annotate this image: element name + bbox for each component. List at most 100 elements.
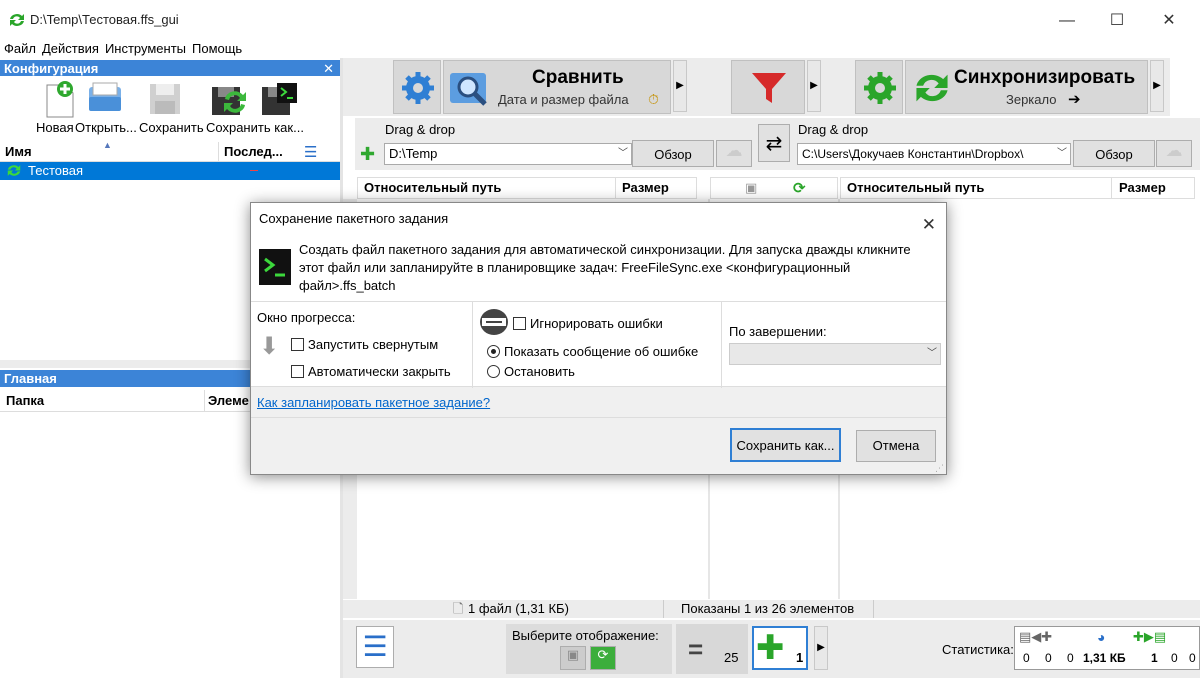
close-window-button[interactable]: ✕ bbox=[1144, 8, 1194, 34]
config-panel-header: Конфигурация ✕ bbox=[0, 60, 340, 77]
compare-settings-button[interactable] bbox=[393, 60, 441, 114]
config-list-header: Имя ▲ Послед... ☰ bbox=[0, 140, 340, 162]
right-col-size[interactable]: Размер bbox=[1119, 180, 1166, 195]
menu-help[interactable]: Помощь bbox=[188, 40, 244, 58]
left-col-rel-path[interactable]: Относительный путь bbox=[364, 180, 501, 195]
right-browse-button[interactable]: Обзор bbox=[1073, 140, 1155, 167]
left-grid-header: Относительный путь Размер bbox=[357, 177, 697, 199]
config-row-selected[interactable]: Тестовая bbox=[0, 162, 340, 180]
menu-actions[interactable]: Действия bbox=[38, 40, 101, 58]
menu-bar: Файл Действия Инструменты Помощь bbox=[0, 40, 1200, 58]
config-view-button[interactable]: ☰ bbox=[356, 626, 394, 668]
cancel-button[interactable]: Отмена bbox=[856, 430, 936, 462]
sync-action-icon[interactable]: ⟳ bbox=[793, 179, 806, 197]
progress-window-label: Окно прогресса: bbox=[257, 310, 356, 325]
schedule-batch-link[interactable]: Как запланировать пакетное задание? bbox=[257, 395, 490, 410]
stat-0: 0 bbox=[1023, 651, 1030, 665]
filter-options-arrow[interactable]: ▶ bbox=[807, 60, 821, 112]
add-folder-pair-icon[interactable]: ✚ bbox=[360, 144, 375, 165]
dialog-info: Создать файл пакетного задания для автом… bbox=[251, 235, 946, 301]
batch-file-icon bbox=[259, 249, 291, 288]
ignore-errors-checkbox[interactable]: Игнорировать ошибки bbox=[513, 316, 663, 331]
middle-grid-header: ▣ ⟳ bbox=[710, 177, 838, 199]
right-drag-drop-label: Drag & drop bbox=[798, 122, 869, 137]
save-as-button[interactable]: Сохранить как... bbox=[730, 428, 841, 462]
on-complete-select[interactable]: ﹀ bbox=[729, 343, 941, 365]
cloud-icon: ☁ bbox=[725, 141, 743, 160]
config-toolbar: Новая Открыть... Сохранить Сохранить как… bbox=[0, 76, 340, 140]
left-col-size[interactable]: Размер bbox=[622, 180, 669, 195]
close-panel-icon[interactable]: ✕ bbox=[323, 60, 334, 77]
view-action-toggle[interactable]: ▣ bbox=[560, 646, 586, 670]
app-sync-icon bbox=[8, 12, 26, 31]
save-config-icon[interactable] bbox=[144, 78, 186, 120]
filter-button[interactable] bbox=[731, 60, 805, 114]
left-cloud-button[interactable]: ☁ bbox=[716, 140, 752, 167]
auto-close-checkbox[interactable]: Автоматически закрыть bbox=[291, 364, 451, 379]
save-as-config-icon[interactable] bbox=[208, 78, 250, 120]
equal-count: 25 bbox=[724, 650, 739, 665]
right-folder-input[interactable]: C:\Users\Докучаев Константин\Dropbox\ ﹀ bbox=[797, 143, 1071, 165]
stat-6: 0 bbox=[1189, 651, 1196, 665]
search-folder-icon bbox=[450, 73, 487, 106]
camera-icon: ▣ bbox=[566, 647, 580, 662]
equal-filter-button[interactable]: = 25 bbox=[676, 624, 748, 674]
left-browse-button[interactable]: Обзор bbox=[632, 140, 714, 167]
sort-up-icon: ▲ bbox=[103, 140, 112, 150]
view-sync-toggle[interactable]: ⟳ bbox=[590, 646, 616, 670]
open-config-label: Открыть... bbox=[75, 120, 137, 135]
statistics-box: ▤◀✚ ◕ ✚▶▤ 0 0 0 1,31 КБ 1 0 0 bbox=[1014, 626, 1200, 670]
sync-settings-button[interactable] bbox=[855, 60, 903, 114]
swap-sides-button[interactable]: ⇄ bbox=[758, 124, 790, 162]
new-config-label: Новая bbox=[36, 120, 74, 135]
config-sync-icon bbox=[6, 163, 22, 183]
col-last-sync[interactable]: Послед... bbox=[224, 144, 283, 159]
filter-icon bbox=[752, 73, 786, 103]
save-batch-icon[interactable] bbox=[258, 78, 300, 120]
show-error-radio[interactable]: Показать сообщение об ошибке bbox=[487, 344, 698, 359]
arrow-right-icon: ➔ bbox=[1068, 91, 1081, 108]
cloud-icon: ☁ bbox=[1165, 141, 1183, 160]
delete-stats-icon: ▤◀✚ bbox=[1019, 629, 1053, 644]
col-folder[interactable]: Папка bbox=[6, 393, 44, 408]
view-options-arrow[interactable]: ▶ bbox=[814, 626, 828, 670]
open-config-icon[interactable] bbox=[84, 78, 126, 120]
stat-create: 1 bbox=[1151, 651, 1158, 665]
camera-icon[interactable]: ▣ bbox=[745, 180, 757, 196]
clock-icon: ⏱ bbox=[648, 91, 659, 107]
compare-options-arrow[interactable]: ▶ bbox=[673, 60, 687, 112]
dialog-info-text: Создать файл пакетного задания для автом… bbox=[299, 242, 911, 293]
menu-tools[interactable]: Инструменты bbox=[101, 40, 188, 58]
status-bar: 🗋 1 файл (1,31 КБ) Показаны 1 из 26 элем… bbox=[343, 600, 1200, 618]
sync-icon bbox=[916, 74, 948, 102]
right-cloud-button[interactable]: ☁ bbox=[1156, 140, 1192, 167]
left-folder-input[interactable]: D:\Temp ﹀ bbox=[384, 143, 632, 165]
save-config-label: Сохранить bbox=[139, 120, 204, 135]
resize-grip-icon[interactable]: ⋰ bbox=[935, 463, 944, 474]
create-filter-button[interactable]: ✚ 1 bbox=[752, 626, 808, 670]
right-grid-header: Относительный путь Размер bbox=[840, 177, 1195, 199]
file-icon: 🗋 bbox=[453, 601, 464, 616]
synchronize-button[interactable]: Синхронизировать Зеркало ➔ bbox=[905, 60, 1148, 114]
swap-icon: ⇄ bbox=[765, 133, 783, 155]
error-handling-icon bbox=[479, 308, 509, 339]
main-panel-title: Главная bbox=[4, 371, 57, 386]
dialog-options: Окно прогресса: ⬇ Запустить свернутым Ав… bbox=[251, 301, 946, 388]
compare-button[interactable]: Сравнить Дата и размер файла ⏱ bbox=[443, 60, 671, 114]
run-minimized-checkbox[interactable]: Запустить свернутым bbox=[291, 337, 438, 352]
col-elements[interactable]: Элеме bbox=[208, 393, 249, 408]
on-complete-label: По завершении: bbox=[729, 324, 827, 339]
stop-radio[interactable]: Остановить bbox=[487, 364, 575, 379]
save-batch-dialog: Сохранение пакетного задания ✕ Создать ф… bbox=[250, 202, 947, 475]
columns-list-icon[interactable]: ☰ bbox=[304, 143, 317, 161]
col-name[interactable]: Имя bbox=[5, 144, 32, 159]
new-config-icon[interactable] bbox=[40, 78, 82, 120]
sync-options-arrow[interactable]: ▶ bbox=[1150, 60, 1164, 112]
stat-bytes: 1,31 КБ bbox=[1083, 651, 1126, 665]
maximize-button[interactable]: ☐ bbox=[1092, 8, 1142, 34]
right-col-rel-path[interactable]: Относительный путь bbox=[847, 180, 984, 195]
gear-icon bbox=[402, 72, 434, 104]
menu-file[interactable]: Файл bbox=[0, 40, 38, 58]
config-name: Тестовая bbox=[28, 163, 84, 178]
minimize-button[interactable]: — bbox=[1042, 8, 1092, 34]
